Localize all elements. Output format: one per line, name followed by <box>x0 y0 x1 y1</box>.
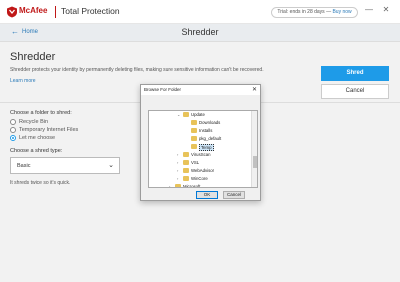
tree-item-label: Microsoft <box>183 184 201 188</box>
select-value: Basic <box>17 163 31 169</box>
folder-icon <box>191 136 197 141</box>
learn-more-link[interactable]: Learn more <box>10 78 36 84</box>
tree-item-label: pkg_default <box>199 136 222 141</box>
folder-icon <box>175 184 181 187</box>
buy-now-link[interactable]: Buy now <box>332 9 351 15</box>
dialog-cancel-button[interactable]: Cancel <box>223 191 245 199</box>
cancel-button[interactable]: Cancel <box>321 84 389 99</box>
tree-item-label: Temp <box>199 144 214 151</box>
tree-item-label: VSL <box>191 160 200 165</box>
tree-item-label: Installs <box>199 128 213 133</box>
chevron-down-icon: ⌄ <box>108 162 114 169</box>
folder-label: Choose a folder to shred: <box>10 110 72 116</box>
radio-label: Temporary Internet Files <box>19 127 79 133</box>
tree-item-label: WinCore <box>191 176 208 181</box>
title-bar: McAfee Total Protection Trial: ends in 2… <box>0 0 400 24</box>
scrollbar-thumb[interactable] <box>253 156 257 168</box>
folder-icon <box>183 168 189 173</box>
tree-item-label: Update <box>191 112 205 117</box>
trial-badge: Trial: ends in 28 days — Buy now <box>271 7 358 18</box>
folder-icon <box>183 152 189 157</box>
tree-item-label: Downloads <box>199 120 221 125</box>
folder-tree[interactable]: ⌄ Update Downloads Installs pkg_default Temp ›… <box>148 110 258 188</box>
dialog-title-bar: Browse For Folder ✕ <box>141 85 260 95</box>
product-name: Total Protection <box>61 6 120 16</box>
tree-item-label: WebAdvisor <box>191 168 215 173</box>
folder-icon <box>183 112 189 117</box>
shred-type-hint: It shreds twice so it's quick. <box>10 180 71 186</box>
radio-button[interactable] <box>10 127 16 133</box>
radio-button[interactable] <box>10 119 16 125</box>
nav-bar: Shredder ← Home <box>0 24 400 42</box>
back-arrow-icon[interactable]: ← <box>11 27 19 36</box>
brand-name: McAfee <box>19 6 48 15</box>
mcafee-shield-icon <box>7 6 17 18</box>
description-text: Shredder protects your identity by perma… <box>10 67 264 73</box>
folder-icon <box>191 144 197 149</box>
browse-folder-dialog: Browse For Folder ✕ ⌄ Update Downloads Inst… <box>140 84 261 201</box>
folder-icon <box>191 120 197 125</box>
expand-arrow-icon[interactable]: › <box>177 175 178 182</box>
shred-type-select[interactable]: Basic ⌄ <box>10 157 120 174</box>
shred-type-label: Choose a shred type: <box>10 148 63 154</box>
radio-button-selected[interactable] <box>10 135 16 141</box>
expand-arrow-icon[interactable]: › <box>177 159 178 166</box>
trial-text: Trial: ends in 28 days — <box>277 9 333 15</box>
radio-label: Recycle Bin <box>19 119 49 125</box>
expand-arrow-icon[interactable]: › <box>169 183 170 187</box>
ok-button[interactable]: OK <box>196 191 218 199</box>
page-title: Shredder <box>181 27 219 37</box>
expand-arrow-icon[interactable]: › <box>177 167 178 174</box>
section-heading: Shredder <box>10 51 56 63</box>
expand-arrow-icon[interactable]: ⌄ <box>177 111 180 118</box>
expand-arrow-icon[interactable]: › <box>177 151 178 158</box>
close-icon[interactable]: ✕ <box>252 86 257 93</box>
home-link[interactable]: Home <box>22 29 38 35</box>
tree-scrollbar[interactable] <box>251 111 257 187</box>
close-button[interactable]: ✕ <box>381 5 391 14</box>
title-divider <box>55 6 56 18</box>
shred-button[interactable]: Shred <box>321 66 389 81</box>
folder-icon <box>183 176 189 181</box>
dialog-title: Browse For Folder <box>144 87 182 92</box>
minimize-button[interactable]: — <box>364 5 374 14</box>
folder-icon <box>191 128 197 133</box>
folder-icon <box>183 160 189 165</box>
tree-item-label: VirusScan <box>191 152 211 157</box>
radio-label: Let me choose <box>19 135 56 141</box>
